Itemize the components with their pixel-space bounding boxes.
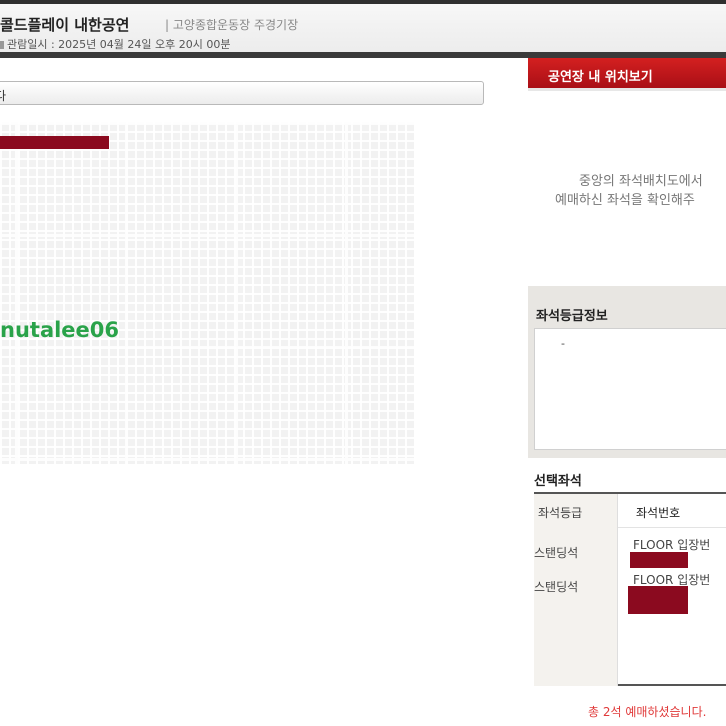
seat-grade-info-title: 좌석등급정보 bbox=[536, 309, 608, 324]
location-info-message: 중앙의 좌석배치도에서 예매하신 좌석을 확인해주 bbox=[555, 172, 726, 210]
grade-column-header: 좌석등급 bbox=[538, 506, 583, 520]
seat-number-column-header: 좌석번호 bbox=[636, 506, 681, 520]
seat-area-select-value: 다 bbox=[0, 89, 7, 103]
venue-location-button[interactable]: 공연장 내 위치보기 bbox=[528, 58, 726, 88]
selected-seat-highlight[interactable] bbox=[0, 136, 109, 149]
calendar-icon bbox=[0, 41, 4, 49]
row-1-seat-redaction bbox=[630, 552, 688, 568]
selected-seats-title: 선택좌석 bbox=[534, 474, 582, 489]
performance-header: 콜드플레이 내한공연 | 고양종합운동장 주경기장 관람일시 : 2025년 0… bbox=[0, 4, 726, 54]
viewing-datetime-text: 관람일시 : 2025년 04월 24일 오후 20시 00분 bbox=[7, 38, 231, 51]
seat-grade-info-content: - bbox=[534, 328, 726, 450]
row-2-seat-redaction bbox=[628, 586, 688, 614]
seat-grade-info-value: - bbox=[561, 337, 565, 350]
seat-area-select[interactable]: 다 bbox=[0, 81, 484, 105]
row-1-grade: 스탠딩석 bbox=[534, 546, 579, 560]
info-line-2: 예매하신 좌석을 확인해주 bbox=[555, 193, 695, 208]
selected-seats-table: 좌석등급 좌석번호 스탠딩석 FLOOR 입장번 스탠딩석 FLOOR 입장번 bbox=[534, 494, 726, 686]
seat-grade-info: 좌석등급정보 - bbox=[528, 286, 726, 458]
info-line-1: 중앙의 좌석배치도에서 bbox=[579, 174, 703, 189]
seat-map-grid[interactable] bbox=[0, 122, 414, 464]
performance-title: 콜드플레이 내한공연 bbox=[0, 16, 130, 34]
viewing-datetime: 관람일시 : 2025년 04월 24일 오후 20시 00분 bbox=[0, 36, 230, 52]
total-seats-summary: 총 2석 예매하셨습니다. bbox=[588, 705, 707, 719]
watermark-text: nutalee06 bbox=[0, 318, 120, 342]
location-divider bbox=[528, 88, 726, 91]
venue-location-button-label: 공연장 내 위치보기 bbox=[548, 70, 653, 85]
row-2-grade: 스탠딩석 bbox=[534, 580, 579, 594]
row-1-seat: FLOOR 입장번 bbox=[633, 538, 711, 552]
venue-name: | 고양종합운동장 주경기장 bbox=[165, 18, 299, 32]
